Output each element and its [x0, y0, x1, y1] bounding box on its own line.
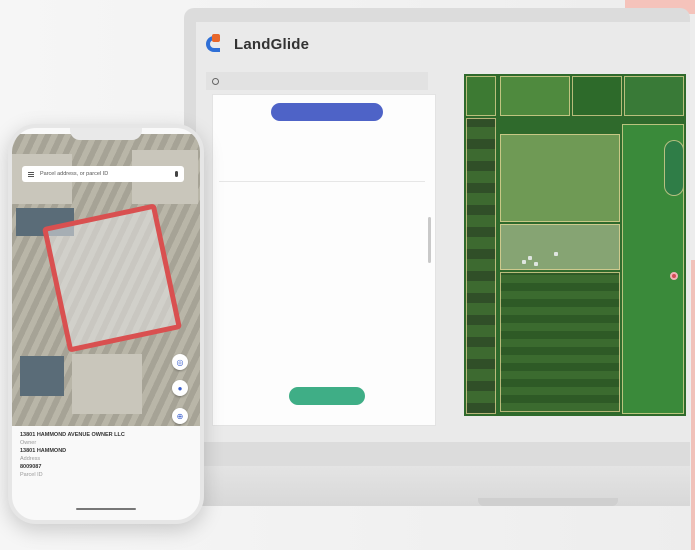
parcel-tile [572, 76, 622, 116]
app-header: LandGlide [196, 22, 690, 66]
mic-icon[interactable] [175, 171, 178, 177]
parcel-tile [500, 134, 620, 222]
panel-scrollbar[interactable] [428, 217, 431, 263]
phone-search-input[interactable]: Parcel address, or parcel ID [22, 166, 184, 182]
phone-mockup: Parcel address, or parcel ID ◎ ● ⊕ 13801… [8, 124, 204, 524]
field-value [219, 312, 425, 318]
menu-icon[interactable] [28, 171, 34, 177]
parcel-tile [500, 272, 620, 412]
field-value [219, 227, 425, 233]
parcel-id: 8009087 [20, 464, 42, 470]
panel-primary-button[interactable] [271, 103, 383, 121]
divider [219, 181, 425, 182]
decorative-edge-right [691, 260, 695, 550]
address-label: Address [20, 456, 41, 462]
laptop-mockup: LandGlide [158, 0, 690, 530]
panel-secondary-button[interactable] [289, 387, 365, 405]
home-indicator[interactable] [76, 508, 136, 510]
parcel-tile [624, 76, 684, 116]
map-structure [20, 356, 64, 396]
parcel-tile [500, 76, 570, 116]
field-value [219, 244, 425, 250]
layers-button[interactable]: ◎ [172, 354, 188, 370]
field-row [219, 129, 425, 141]
desktop-search-input[interactable] [206, 72, 428, 90]
field-value [219, 193, 425, 199]
parcel-details-panel [212, 94, 436, 426]
parcel-fields [219, 129, 425, 323]
structure [528, 256, 532, 260]
field-row [219, 221, 425, 233]
parcel-tile [500, 224, 620, 270]
locate-button[interactable]: ⊕ [172, 408, 188, 424]
phone-parcel-card: 13801 HAMMOND AVENUE OWNER LLC Owner 138… [20, 432, 190, 480]
field-row [219, 187, 425, 199]
structure [522, 260, 526, 264]
structure [534, 262, 538, 266]
brand-name: LandGlide [234, 35, 310, 53]
field-row [219, 255, 425, 267]
owner-label: Owner [20, 440, 37, 446]
field-value [219, 152, 425, 158]
structure [554, 252, 558, 256]
desktop-app-screen: LandGlide [196, 22, 690, 442]
field-row [219, 272, 425, 284]
field-row [219, 306, 425, 318]
user-location-button[interactable]: ● [172, 380, 188, 396]
parcel-tile [466, 76, 496, 116]
parcel-id-label: Parcel ID [20, 472, 43, 478]
laptop-foot [478, 498, 618, 506]
satellite-map[interactable] [464, 74, 686, 416]
parcel-tile [664, 140, 684, 196]
field-value [219, 135, 425, 141]
landglide-logo-icon [206, 34, 226, 54]
field-row [219, 204, 425, 216]
field-value [219, 278, 425, 284]
phone-search-placeholder: Parcel address, or parcel ID [40, 171, 109, 177]
field-value [219, 169, 425, 175]
field-row [219, 163, 425, 175]
laptop-lid: LandGlide [184, 8, 690, 466]
map-structure [72, 354, 142, 414]
parcel-tile [466, 118, 496, 414]
field-value [219, 295, 425, 301]
map-pin-icon[interactable] [670, 272, 678, 280]
phone-notch [70, 128, 142, 140]
field-row [219, 289, 425, 301]
field-row [219, 238, 425, 250]
parcel-address: 13801 HAMMOND [20, 448, 67, 454]
marketing-composite: LandGlide Parcel address, or parcel ID ◎… [0, 0, 695, 550]
field-row [219, 146, 425, 158]
field-value [219, 261, 425, 267]
parcel-boundary[interactable] [41, 203, 183, 353]
field-value [219, 210, 425, 216]
owner-name: 13801 HAMMOND AVENUE OWNER LLC [20, 432, 125, 438]
search-icon [212, 77, 219, 85]
